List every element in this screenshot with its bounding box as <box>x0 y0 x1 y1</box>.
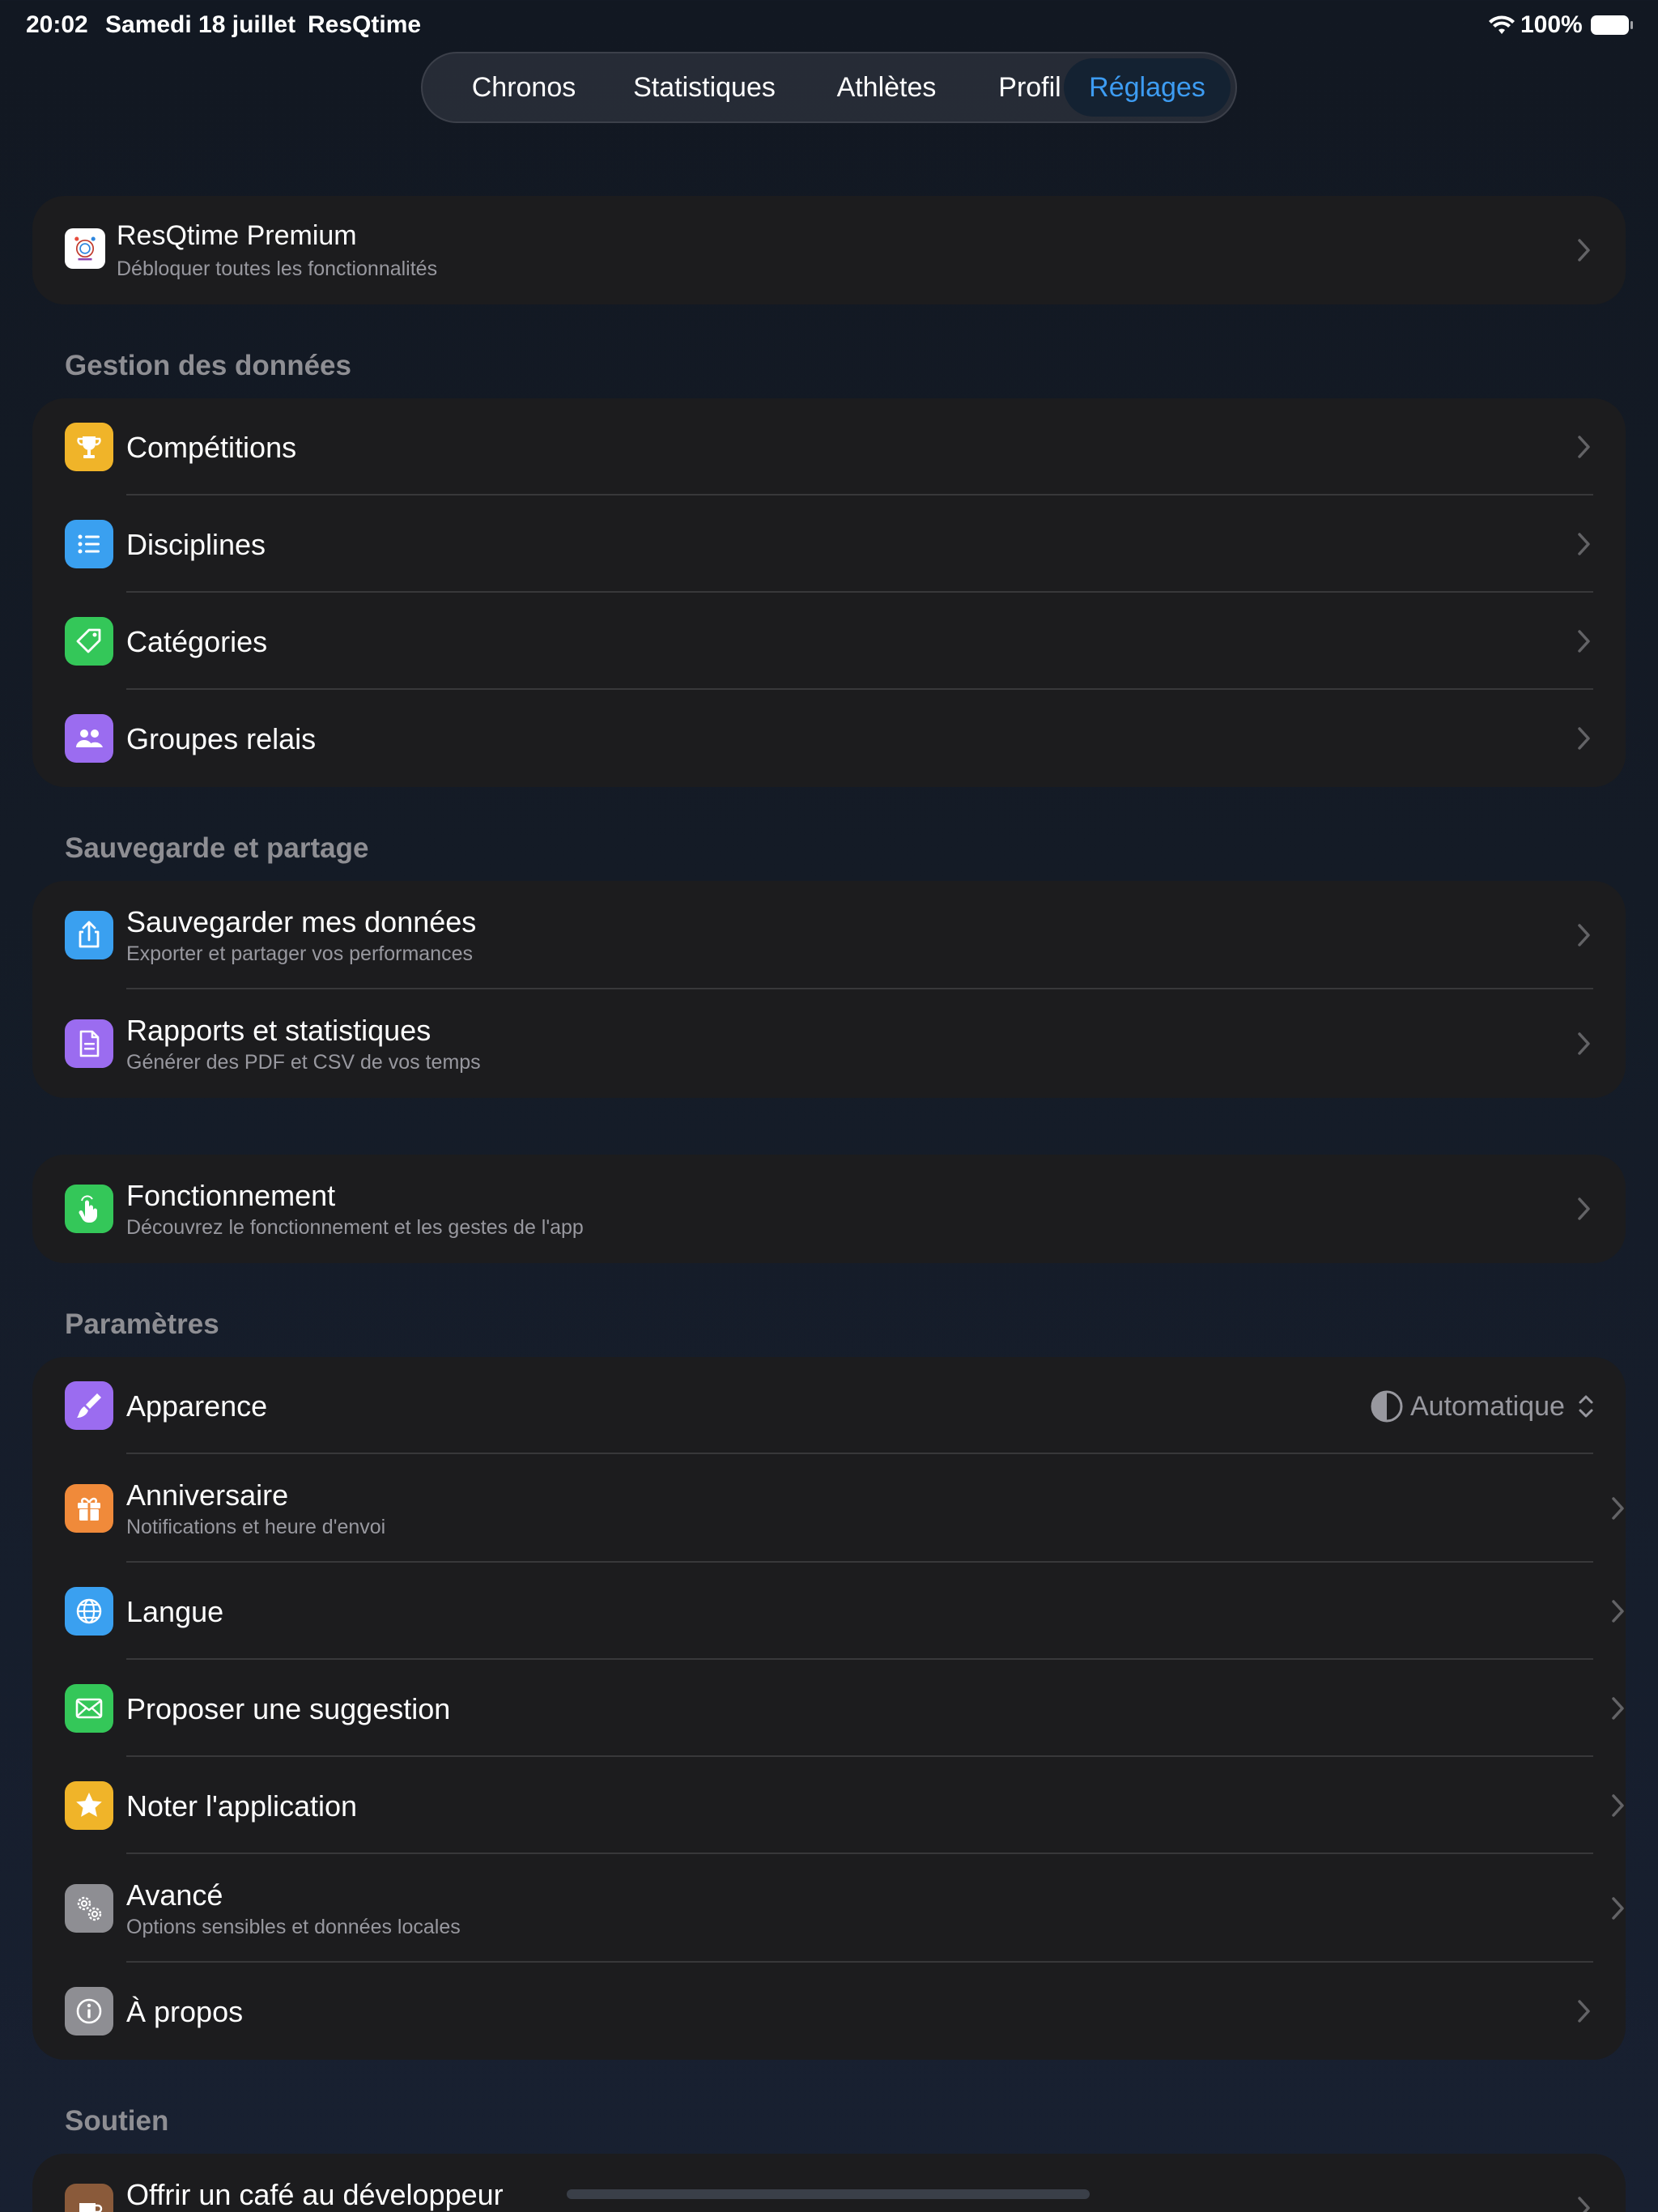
chevron-right-icon <box>1578 533 1590 555</box>
tab-chronos[interactable]: Chronos <box>439 53 609 121</box>
row-title: Offrir un café au développeur <box>126 2178 504 2211</box>
row-about[interactable]: À propos <box>32 1963 1626 2060</box>
half-circle-icon <box>1371 1390 1403 1423</box>
row-title: Rapports et statistiques <box>126 1014 432 1047</box>
section-header-data: Gestion des données <box>65 350 351 381</box>
chevron-right-icon <box>1612 1794 1624 1817</box>
info-icon <box>65 1987 113 2035</box>
section-header-settings: Paramètres <box>65 1308 219 1340</box>
chevron-right-icon <box>1578 630 1590 653</box>
gift-icon <box>65 1484 113 1533</box>
row-rate-app[interactable]: Noter l'application <box>32 1757 1626 1854</box>
row-title: Groupes relais <box>126 722 317 755</box>
list-icon <box>65 520 113 568</box>
chevron-right-icon <box>1578 2000 1590 2023</box>
home-indicator[interactable] <box>567 2189 1090 2199</box>
hand-tap-icon <box>65 1185 113 1233</box>
row-subtitle: Exporter et partager vos performances <box>126 942 473 965</box>
gears-icon <box>65 1884 113 1933</box>
section-header-backup: Sauvegarde et partage <box>65 832 369 864</box>
row-language[interactable]: Langue <box>32 1563 1626 1660</box>
document-icon <box>65 1019 113 1068</box>
trophy-icon <box>65 423 113 471</box>
envelope-icon <box>65 1684 113 1733</box>
premium-card: ResQtime Premium Débloquer toutes les fo… <box>32 196 1626 304</box>
paintbrush-icon <box>65 1381 113 1430</box>
settings-card: Apparence Automatique Anniversaire Notif… <box>32 1357 1626 2060</box>
battery-percentage: 100% <box>1520 11 1583 38</box>
row-title: Sauvegarder mes données <box>126 905 477 938</box>
globe-icon <box>65 1587 113 1636</box>
status-app-name: ResQtime <box>308 11 422 38</box>
premium-subtitle: Débloquer toutes les fonctionnalités <box>117 257 438 280</box>
row-subtitle: Générer des PDF et CSV de vos temps <box>126 1051 481 1074</box>
row-title: À propos <box>126 1995 244 2028</box>
chevron-right-icon <box>1578 727 1590 750</box>
row-categories[interactable]: Catégories <box>32 593 1626 690</box>
chevron-right-icon <box>1612 1497 1624 1520</box>
row-subtitle: Découvrez le fonctionnement et les geste… <box>126 1216 584 1239</box>
chevron-right-icon <box>1612 1600 1624 1623</box>
star-icon <box>65 1781 113 1830</box>
row-competitions[interactable]: Compétitions <box>32 398 1626 496</box>
row-title: Disciplines <box>126 528 266 561</box>
row-birthday[interactable]: Anniversaire Notifications et heure d'en… <box>32 1454 1626 1563</box>
chevron-right-icon <box>1578 924 1590 946</box>
status-date: Samedi 18 juillet <box>105 11 296 38</box>
coffee-icon <box>65 2184 113 2212</box>
chevron-right-icon <box>1612 1897 1624 1920</box>
row-reports[interactable]: Rapports et statistiques Générer des PDF… <box>32 989 1626 1098</box>
tab-statistiques[interactable]: Statistiques <box>607 53 801 121</box>
chevron-right-icon <box>1578 436 1590 458</box>
row-title: Anniversaire <box>126 1478 289 1512</box>
tab-reglages[interactable]: Réglages <box>1064 58 1231 117</box>
support-card: Offrir un café au développeur <box>32 2154 1626 2212</box>
row-relay-groups[interactable]: Groupes relais <box>32 690 1626 787</box>
status-bar: 20:02 Samedi 18 juillet ResQtime 100% <box>0 0 1658 52</box>
row-subtitle: Notifications et heure d'envoi <box>126 1516 386 1538</box>
row-suggestion[interactable]: Proposer une suggestion <box>32 1660 1626 1757</box>
premium-row[interactable]: ResQtime Premium Débloquer toutes les fo… <box>32 196 1626 304</box>
row-title: Noter l'application <box>126 1789 358 1823</box>
section-header-support: Soutien <box>65 2105 169 2137</box>
chevron-up-down-icon <box>1579 1395 1593 1418</box>
tag-icon <box>65 617 113 666</box>
row-title: Compétitions <box>126 431 297 464</box>
row-how-it-works[interactable]: Fonctionnement Découvrez le fonctionneme… <box>32 1155 1626 1263</box>
row-save-data[interactable]: Sauvegarder mes données Exporter et part… <box>32 881 1626 989</box>
battery-icon <box>1591 15 1633 35</box>
chevron-right-icon <box>1612 1697 1624 1720</box>
status-time: 20:02 <box>26 11 88 38</box>
row-title: Langue <box>126 1595 224 1628</box>
share-icon <box>65 911 113 959</box>
row-title: Apparence <box>126 1389 268 1423</box>
row-disciplines[interactable]: Disciplines <box>32 496 1626 593</box>
wifi-icon <box>1489 15 1515 34</box>
row-subtitle: Options sensibles et données locales <box>126 1916 461 1938</box>
appearance-picker[interactable]: Automatique <box>1370 1386 1596 1425</box>
how-it-works-card: Fonctionnement Découvrez le fonctionneme… <box>32 1155 1626 1263</box>
row-title: Catégories <box>126 625 268 658</box>
appearance-value: Automatique <box>1410 1391 1565 1422</box>
chevron-right-icon <box>1578 239 1590 262</box>
premium-title: ResQtime Premium <box>117 220 357 251</box>
chevron-right-icon <box>1578 1032 1590 1055</box>
tab-athletes[interactable]: Athlètes <box>801 53 971 121</box>
row-advanced[interactable]: Avancé Options sensibles et données loca… <box>32 1854 1626 1963</box>
row-title: Avancé <box>126 1878 223 1912</box>
chevron-right-icon <box>1578 1197 1590 1220</box>
chevron-right-icon <box>1578 2197 1590 2212</box>
row-appearance[interactable]: Apparence Automatique <box>32 1357 1626 1454</box>
people-icon <box>65 714 113 763</box>
row-title: Fonctionnement <box>126 1179 336 1212</box>
backup-card: Sauvegarder mes données Exporter et part… <box>32 881 1626 1098</box>
row-title: Proposer une suggestion <box>126 1692 451 1725</box>
data-management-card: Compétitions Disciplines Catégories Grou… <box>32 398 1626 787</box>
top-tab-bar: Chronos Statistiques Athlètes Profil Rég… <box>421 52 1237 123</box>
app-logo-icon <box>65 228 105 269</box>
row-coffee[interactable]: Offrir un café au développeur <box>32 2154 1626 2212</box>
